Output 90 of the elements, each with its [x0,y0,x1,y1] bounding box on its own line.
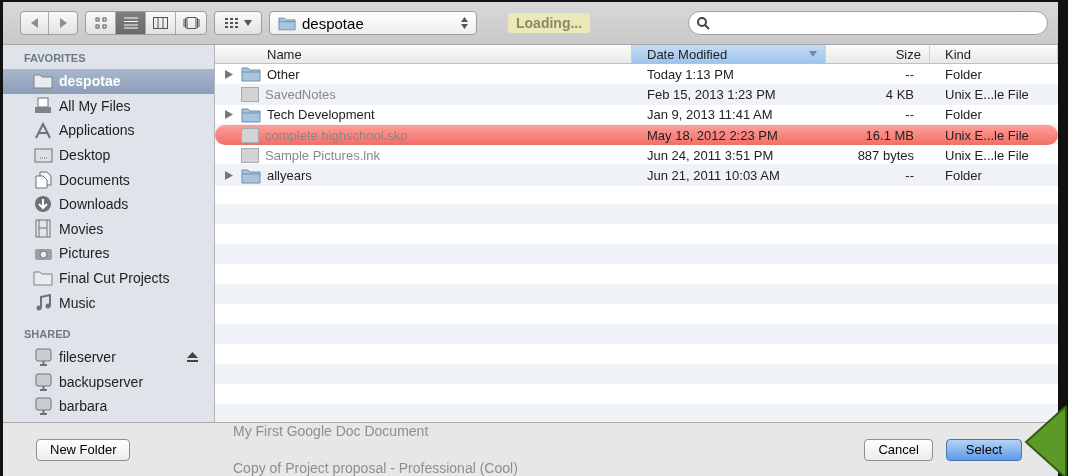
view-switcher[interactable] [85,11,207,35]
column-header[interactable]: Kind [930,45,1058,63]
path-popup[interactable]: despotae [269,11,477,35]
file-size: 4 KB [885,86,914,102]
file-kind: Unix E...le File [945,127,1029,143]
file-name: SavedNotes [265,86,336,102]
column-header[interactable]: Size [826,45,930,63]
file-size: 887 bytes [857,147,914,163]
folder-icon [241,106,261,123]
file-size: -- [905,168,914,184]
sidebar-item[interactable]: Pictures [3,241,214,266]
stepper-icon [461,17,468,29]
file-name: Tech Development [267,107,375,123]
sidebar-item[interactable]: Final Cut Projects [3,265,214,291]
apps-icon [33,122,53,139]
sidebar-item[interactable]: Music [3,290,214,315]
search-icon [697,16,710,30]
disclosure-triangle-icon[interactable] [225,171,233,181]
folder-icon [33,270,53,287]
background-document-name: My First Google Doc Document [233,423,430,439]
folder-icon [241,167,261,184]
sidebar-item[interactable]: Applications [3,118,214,143]
file-size: -- [905,107,914,123]
view-button[interactable] [116,12,146,34]
file-name: complete highschool.skp [265,127,408,143]
date-modified: Jun 24, 2011 3:51 PM [647,147,774,163]
sidebar-item[interactable]: backupserver [3,369,214,395]
drawer-icon [34,97,52,115]
column-header[interactable]: Date Modified [632,45,826,63]
eject-icon[interactable] [187,352,198,363]
file-icon [241,127,259,143]
disclosure-triangle-icon[interactable] [225,110,233,120]
pointer-arrow [1022,406,1068,476]
sidebar-item[interactable]: fileserver [3,344,214,370]
new-folder-button[interactable]: New Folder [36,438,131,461]
computer-icon [34,348,52,367]
folder-icon [33,73,53,90]
cancel-button[interactable]: Cancel [864,438,933,461]
computer-icon [34,397,52,416]
forward-arrow-icon [59,18,67,28]
arrange-grid-icon [224,17,238,29]
file-size: 16.1 MB [865,127,914,143]
file-kind: Folder [945,168,982,184]
columns-icon [153,17,168,29]
search-field[interactable] [688,11,1048,35]
folder-icon [241,66,261,83]
sort-caret-icon [809,51,817,57]
date-modified: Jan 9, 2013 11:41 AM [647,107,773,123]
cover-flow-icon [182,17,200,29]
loading-badge: Loading... [508,13,591,33]
file-name: allyears [267,168,312,184]
select-button[interactable]: Select [945,438,1022,461]
file-name: Other [267,66,300,82]
sidebar-item[interactable]: All My Files [3,93,214,119]
caret-icon [243,20,252,26]
arrange-button[interactable] [214,11,262,35]
documents-icon [34,170,52,189]
sidebar-heading: SHARED [23,326,72,342]
date-modified: Jun 21, 2011 10:03 AM [647,168,780,184]
file-kind: Unix E...le File [945,86,1029,102]
desktop-icon [33,147,53,163]
file-row[interactable]: Tech Development Jan 9, 2013 11:41 AM -- Folder [215,104,1058,125]
file-size: -- [905,66,914,82]
disclosure-triangle-icon[interactable] [225,69,233,79]
sidebar-item[interactable]: Documents [3,167,214,192]
date-modified: Today 1:13 PM [647,66,734,82]
sidebar-item[interactable]: barbara [3,394,214,419]
download-icon [34,195,52,214]
file-icon [241,86,259,102]
film-icon [35,219,51,239]
music-note-icon [34,294,52,312]
grid-icon [94,17,107,29]
file-kind: Folder [945,107,982,123]
file-kind: Folder [945,66,982,82]
navigation-control[interactable] [20,11,78,35]
file-kind: Unix E...le File [945,147,1029,163]
background-document-name: Copy of Project proposal - Professional (Cool) [233,460,519,476]
list-icon [123,17,138,29]
date-modified: May 18, 2012 2:23 PM [647,127,778,143]
computer-icon [34,372,52,391]
back-arrow-icon [30,18,39,28]
folder-icon [278,15,296,31]
file-name: Sample Pictures.lnk [265,147,380,163]
sidebar-heading: FAVORITES [23,51,87,66]
sidebar-item[interactable]: Movies [3,216,214,242]
sidebar-item[interactable]: Downloads [3,191,214,217]
sidebar-item[interactable]: Desktop [3,142,214,168]
file-row[interactable]: Other Today 1:13 PM -- Folder [215,64,1058,85]
file-icon [241,147,259,163]
date-modified: Feb 15, 2013 1:23 PM [647,86,776,102]
